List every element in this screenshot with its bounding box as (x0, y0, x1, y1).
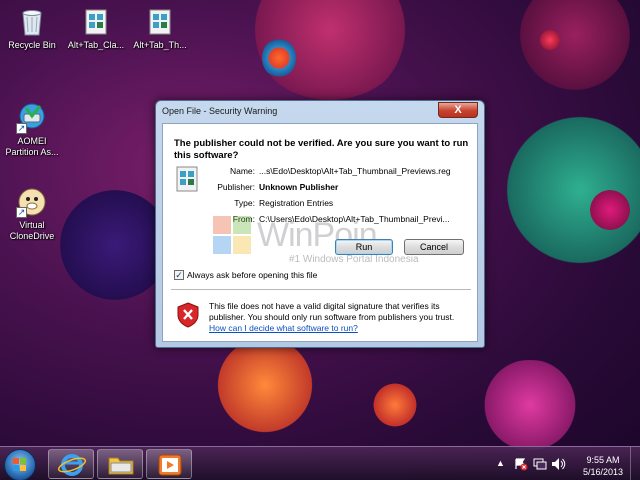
type-value: Registration Entries (259, 198, 334, 208)
wallpaper-orb (540, 30, 560, 50)
wallpaper-orb (520, 0, 630, 90)
help-link[interactable]: How can I decide what software to run? (209, 323, 358, 333)
desktop-icon-label: AOMEI Partition As... (5, 136, 59, 157)
publisher-label: Publisher: (217, 182, 255, 192)
wallpaper-orb (500, 100, 640, 280)
taskbar-clock[interactable]: 9:55 AM 5/16/2013 (574, 454, 632, 478)
dialog-titlebar[interactable]: Open File - Security Warning X (156, 101, 484, 123)
aomei-icon: ↗ (16, 102, 48, 134)
taskbar: ▲ 9:55 AM 5/16/2013 (0, 446, 640, 480)
desktop-icon-label: Virtual CloneDrive (9, 220, 55, 241)
name-label: Name: (229, 166, 255, 176)
desktop-icon-aomei[interactable]: ↗ AOMEI Partition As... (0, 102, 64, 158)
name-value: ...s\Edo\Desktop\Alt+Tab_Thumbnail_Previ… (259, 166, 451, 176)
dialog-title: Open File - Security Warning (162, 106, 278, 116)
watermark-tagline: #1 Windows Portal Indonesia (289, 254, 419, 265)
virtual-clonedrive-icon: ↗ (16, 186, 48, 218)
show-hidden-icons-arrow[interactable]: ▲ (496, 458, 505, 480)
warning-question: The publisher could not be verified. Are… (174, 138, 469, 161)
watermark-logo (213, 216, 253, 256)
shortcut-arrow-icon: ↗ (16, 207, 27, 218)
desktop-icon-label: Alt+Tab_Th... (133, 40, 187, 50)
desktop-icon-recycle-bin[interactable]: Recycle Bin (0, 6, 64, 51)
desktop-icon-alt-tab-thumbnail[interactable]: Alt+Tab_Th... (128, 6, 192, 51)
desktop-icon-label: Alt+Tab_Cla... (67, 40, 125, 50)
dialog-content: The publisher could not be verified. Are… (162, 123, 478, 342)
internet-explorer-icon (57, 454, 87, 476)
close-button[interactable]: X (438, 102, 478, 118)
desktop-icon-label: Recycle Bin (8, 40, 56, 50)
network-icon[interactable] (533, 457, 547, 480)
separator (171, 289, 471, 290)
taskbar-internet-explorer[interactable] (48, 449, 94, 479)
media-player-icon (158, 454, 182, 476)
publisher-value: Unknown Publisher (259, 182, 339, 192)
cancel-button[interactable]: Cancel (404, 239, 464, 255)
wallpaper-orb (250, 0, 410, 100)
clock-date: 5/16/2013 (582, 467, 624, 477)
shortcut-arrow-icon: ↗ (16, 123, 27, 134)
wallpaper-orb (60, 190, 170, 300)
always-ask-checkbox[interactable]: ✓ (174, 270, 184, 280)
action-center-icon[interactable] (514, 457, 528, 480)
always-ask-label[interactable]: Always ask before opening this file (187, 270, 317, 280)
type-label: Type: (234, 198, 255, 208)
wallpaper-orb (590, 190, 630, 230)
desktop-icon-virtual-clonedrive[interactable]: ↗ Virtual CloneDrive (0, 186, 64, 242)
registry-file-icon (174, 165, 200, 193)
desktop-icon-alt-tab-classic[interactable]: Alt+Tab_Cla... (64, 6, 128, 51)
run-button[interactable]: Run (335, 239, 393, 255)
registry-file-icon (80, 6, 112, 38)
windows-logo-icon (13, 458, 26, 471)
taskbar-windows-explorer[interactable] (97, 449, 143, 479)
warning-message: This file does not have a valid digital … (209, 301, 455, 322)
show-desktop-button[interactable] (630, 447, 640, 480)
taskbar-media-player[interactable] (146, 449, 192, 479)
wallpaper-orb (370, 380, 420, 430)
start-button[interactable] (4, 449, 36, 480)
clock-time: 9:55 AM (586, 455, 620, 465)
recycle-bin-icon (16, 6, 48, 38)
wallpaper-orb (262, 38, 296, 78)
windows-explorer-icon (108, 457, 134, 475)
registry-file-icon (144, 6, 176, 38)
wallpaper-orb (470, 360, 590, 450)
volume-icon[interactable] (551, 457, 567, 480)
security-warning-dialog: Open File - Security Warning X The publi… (155, 100, 485, 348)
shield-warning-icon (177, 302, 199, 328)
